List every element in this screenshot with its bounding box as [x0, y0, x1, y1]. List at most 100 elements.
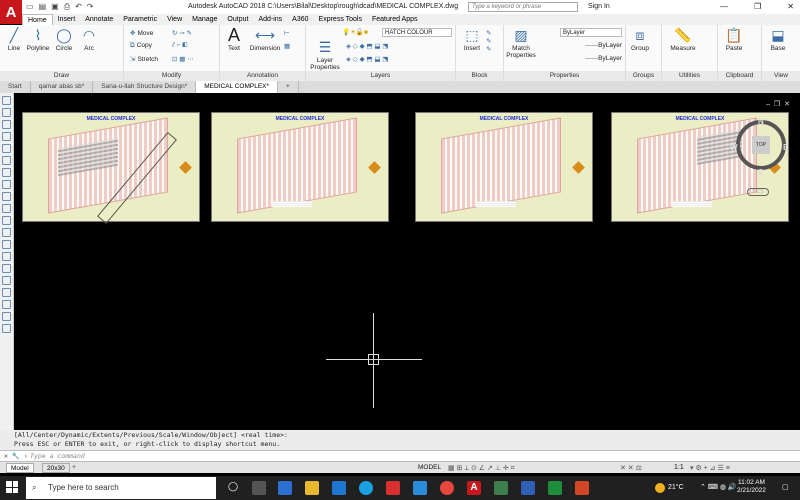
tool-hatch-icon[interactable]: [2, 264, 11, 273]
table-icon[interactable]: ▦: [284, 42, 290, 50]
word-icon[interactable]: [521, 481, 535, 495]
tool-ellipse-arc-icon[interactable]: [2, 216, 11, 225]
layer-state-icons[interactable]: 💡☀🔓■: [342, 28, 368, 36]
new-tab-plus-icon[interactable]: +: [278, 81, 299, 93]
file-tab-sana[interactable]: Sana-u-llah Structure Design*: [93, 81, 197, 93]
tool-table-icon[interactable]: [2, 300, 11, 309]
clipboard-panel-title[interactable]: Clipboard: [718, 71, 761, 81]
widgets-icon[interactable]: [252, 481, 266, 495]
sign-in-button[interactable]: Sign In: [588, 3, 610, 10]
tool-polyline-icon[interactable]: [2, 120, 11, 129]
viewcube-west[interactable]: W: [730, 143, 738, 152]
measure-button[interactable]: 📏 Measure: [666, 27, 700, 52]
layer-dropdown[interactable]: HATCH COLOUR: [382, 28, 452, 37]
grid-icon[interactable]: ▦ ⊞ ⟂ ⊙ ∠ ↗ ⊥ ✛ ⌗: [448, 464, 515, 473]
rotate-icon[interactable]: ↻ ⊸ ✎: [172, 29, 192, 37]
add-layout-icon[interactable]: +: [72, 464, 76, 471]
move-button[interactable]: ✥ Move: [130, 29, 153, 37]
tool-mtext-icon[interactable]: [2, 312, 11, 321]
tool-add-icon[interactable]: [2, 324, 11, 333]
new-icon[interactable]: ▭: [26, 2, 34, 12]
mail-icon[interactable]: [332, 481, 346, 495]
drawing-sheet-2[interactable]: MEDICAL COMPLEX: [211, 112, 389, 222]
viewcube-east[interactable]: E: [783, 143, 788, 152]
line-button[interactable]: ╱ Line: [3, 27, 25, 52]
model-space-button[interactable]: MODEL: [418, 464, 441, 471]
viewcube-top-face[interactable]: TOP: [752, 136, 770, 154]
annotation-scale[interactable]: 1:1: [674, 464, 684, 471]
tab-output[interactable]: Output: [222, 14, 253, 25]
layer-tools-icons[interactable]: ◈ ◇ ◆ ⬒ ⬓ ⬔: [346, 42, 388, 50]
windows-start-icon[interactable]: [6, 481, 18, 493]
layer-tools-icons-2[interactable]: ◈ ◇ ◆ ⬒ ⬓ ⬔: [346, 55, 388, 63]
wcs-menu[interactable]: WCS: [747, 188, 769, 196]
draw-panel-title[interactable]: Draw: [0, 71, 123, 81]
color-dropdown[interactable]: ByLayer: [560, 28, 622, 37]
undo-icon[interactable]: ↶: [75, 2, 82, 12]
weather-icon[interactable]: [655, 483, 665, 493]
block-tools-icons[interactable]: ✎ ✎ ✎: [486, 29, 491, 53]
edge-icon[interactable]: [359, 481, 373, 495]
view-panel-title[interactable]: View: [762, 71, 800, 81]
insert-button[interactable]: ⬚ Insert: [460, 27, 484, 52]
file-explorer-icon[interactable]: [305, 481, 319, 495]
open-icon[interactable]: ▤: [39, 2, 47, 12]
tool-region-icon[interactable]: [2, 288, 11, 297]
base-button[interactable]: ⬓ Base: [766, 27, 790, 52]
tool-insert-icon[interactable]: [2, 228, 11, 237]
layers-panel-title[interactable]: Layers: [306, 71, 455, 81]
powerpoint-icon[interactable]: [575, 481, 589, 495]
tool-block-icon[interactable]: [2, 240, 11, 249]
autocad-taskbar-icon[interactable]: A: [467, 481, 481, 495]
layer-properties-button[interactable]: ☰ Layer Properties: [308, 39, 342, 71]
tab-annotate[interactable]: Annotate: [80, 14, 118, 25]
restore-icon[interactable]: ❐: [754, 2, 761, 11]
redo-icon[interactable]: ↷: [87, 2, 94, 12]
circle-button[interactable]: ◯ Circle: [53, 27, 75, 52]
block-panel-title[interactable]: Block: [456, 71, 503, 81]
modify-panel-title[interactable]: Modify: [124, 71, 219, 81]
utilities-panel-title[interactable]: Utilities: [662, 71, 717, 81]
tab-express-tools[interactable]: Express Tools: [314, 14, 367, 25]
groups-panel-title[interactable]: Groups: [626, 71, 661, 81]
viewport-controls[interactable]: –❐✕: [766, 100, 794, 108]
viewcube[interactable]: TOP: [736, 120, 786, 170]
paste-button[interactable]: 📋 Paste: [722, 27, 746, 52]
weather-temp[interactable]: 21°C: [668, 484, 684, 491]
tool-ellipse-icon[interactable]: [2, 204, 11, 213]
tab-view[interactable]: View: [162, 14, 187, 25]
drawing-sheet-3[interactable]: MEDICAL COMPLEX: [415, 112, 593, 222]
app-icon[interactable]: [386, 481, 400, 495]
tab-a360[interactable]: A360: [287, 14, 313, 25]
tab-insert[interactable]: Insert: [53, 14, 81, 25]
linetype-dropdown[interactable]: ——ByLayer: [560, 55, 622, 62]
file-tab-qamar[interactable]: qamar abas sb*: [31, 81, 94, 93]
stretch-button[interactable]: ⇲ Stretch: [130, 55, 158, 63]
match-properties-button[interactable]: ▨ Match Properties: [506, 27, 536, 59]
system-clock[interactable]: 11:02 AM 2/21/2022: [737, 479, 766, 495]
command-input[interactable]: ✕ 🔧 › Type a command: [0, 450, 800, 461]
help-search-input[interactable]: Type a keyword or phrase: [468, 2, 578, 12]
chrome-icon[interactable]: [440, 481, 454, 495]
arc-button[interactable]: ◠ Arc: [79, 27, 99, 52]
tool-cloud-icon[interactable]: [2, 180, 11, 189]
tool-xline-icon[interactable]: [2, 108, 11, 117]
scale-icon[interactable]: ⊡ ▦ ⋯: [172, 55, 194, 63]
tab-add-ins[interactable]: Add-ins: [253, 14, 287, 25]
tab-home[interactable]: Home: [22, 14, 53, 25]
minimize-icon[interactable]: —: [720, 2, 728, 11]
tool-circle-icon[interactable]: [2, 168, 11, 177]
viewcube-north[interactable]: N: [758, 117, 764, 126]
tab-parametric[interactable]: Parametric: [118, 14, 162, 25]
polyline-button[interactable]: ⌇ Polyline: [25, 27, 51, 52]
save-icon[interactable]: ▣: [51, 2, 59, 12]
tab-featured-apps[interactable]: Featured Apps: [367, 14, 423, 25]
task-view-icon[interactable]: ◯: [228, 481, 238, 492]
notifications-icon[interactable]: ▢: [782, 483, 789, 491]
dimension-button[interactable]: ⟷ Dimension: [248, 27, 282, 52]
print-icon[interactable]: ⎙: [64, 2, 70, 12]
annotation-scale-icon[interactable]: ✕ ✕ ⚖: [620, 464, 642, 472]
tab-manage[interactable]: Manage: [187, 14, 222, 25]
app-icon-2[interactable]: [413, 481, 427, 495]
tool-point-icon[interactable]: [2, 252, 11, 261]
